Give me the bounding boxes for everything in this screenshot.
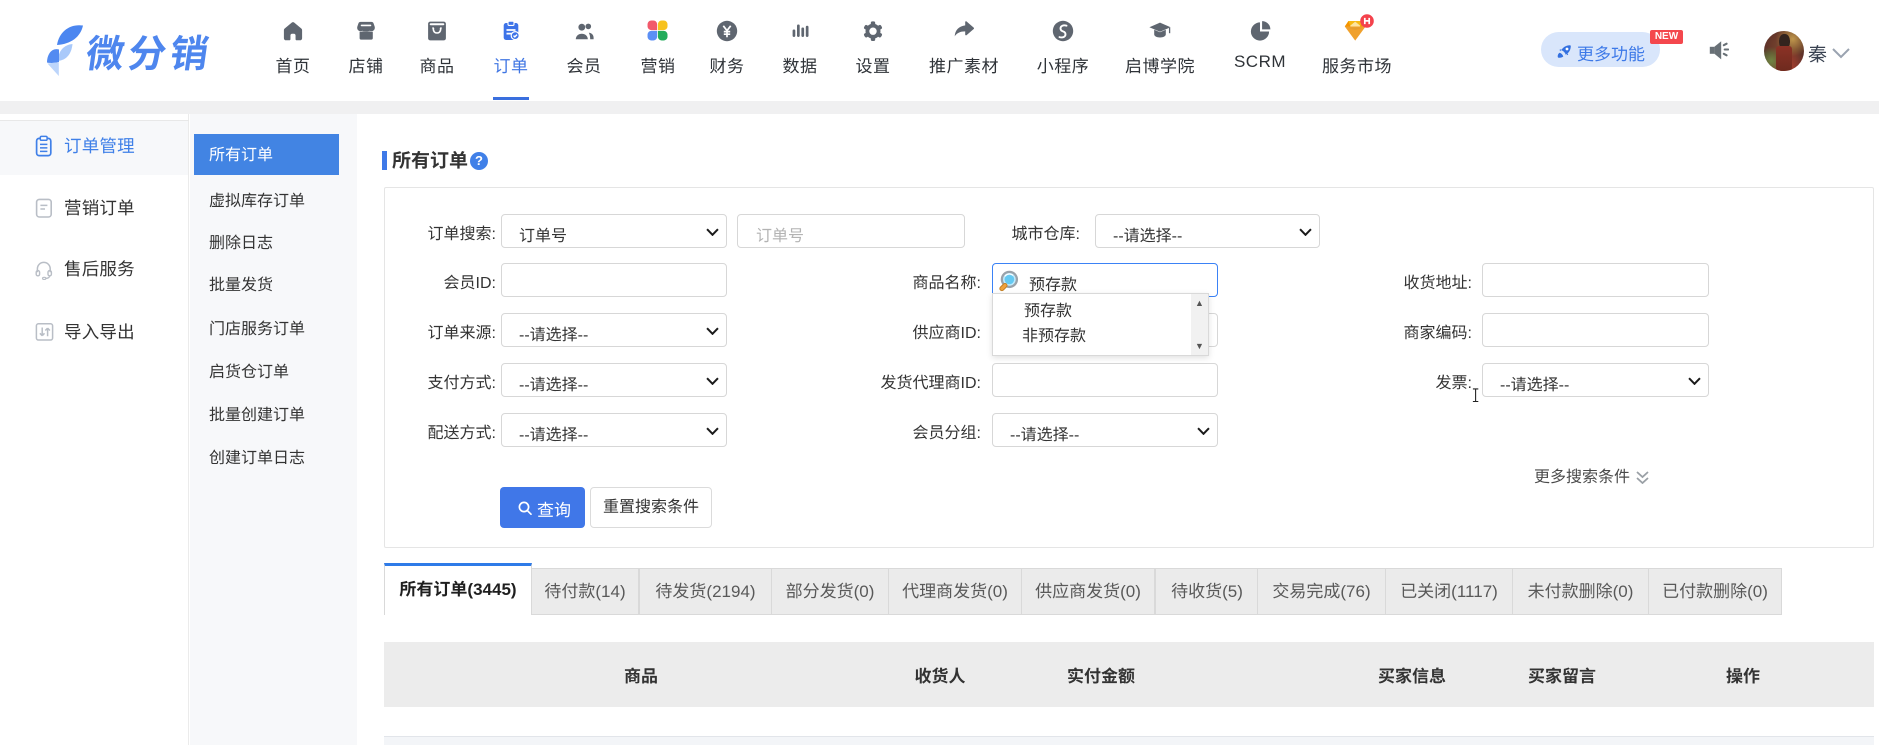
- svg-text:微分销: 微分销: [83, 23, 217, 78]
